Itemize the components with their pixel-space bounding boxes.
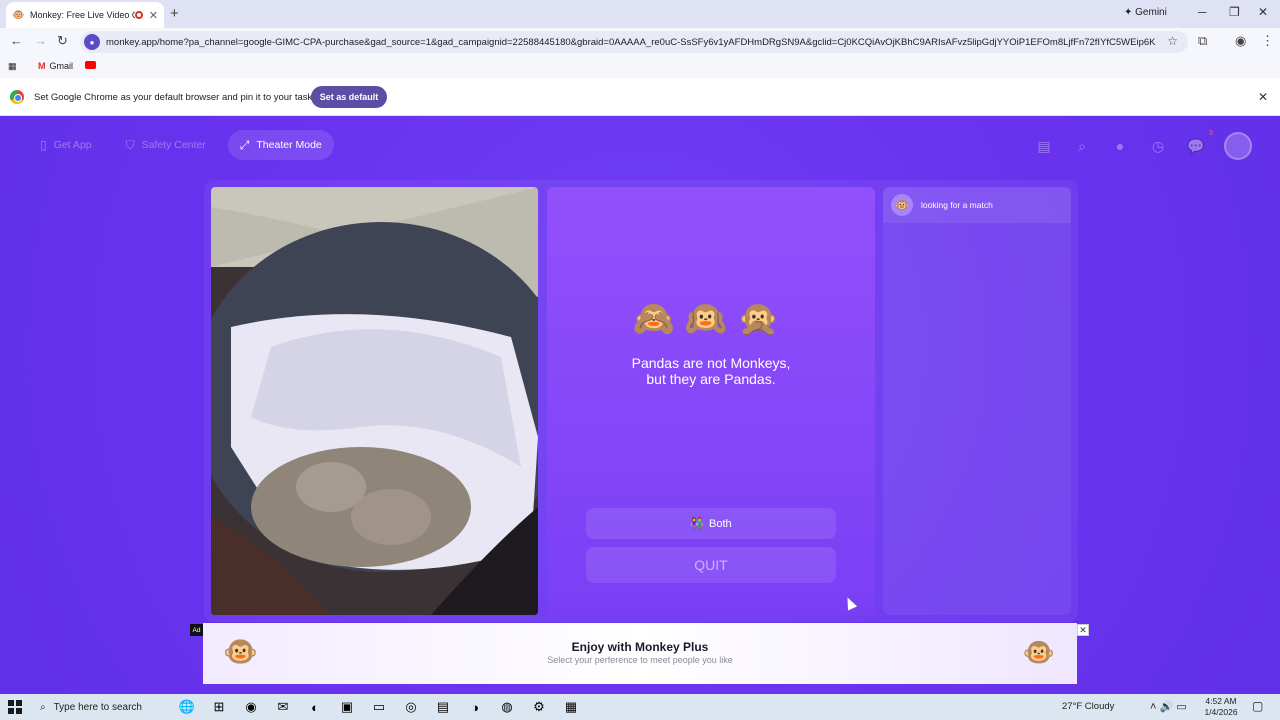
edge-icon[interactable]: ◐: [304, 697, 326, 717]
store-icon[interactable]: ▤: [1034, 136, 1054, 156]
nav-label: Get App: [53, 139, 92, 151]
match-status: 🐵 looking for a match: [883, 187, 1071, 223]
media-icon[interactable]: ◑: [464, 697, 486, 717]
restore-icon[interactable]: ❐: [1229, 5, 1240, 19]
quote-line-2: but they are Pandas.: [646, 371, 776, 387]
notepad-icon[interactable]: ▤: [432, 697, 454, 717]
address-bar[interactable]: ● monkey.app/home?pa_channel=google-GIMC…: [80, 31, 1188, 53]
app-icon[interactable]: ▦: [560, 697, 582, 717]
top-nav: ▯ Get App ⛉ Safety Center ⤢ Theater Mode: [28, 130, 334, 160]
notification-badge: 3: [1209, 130, 1213, 137]
browser-tab[interactable]: 🐵 Monkey: Free Live Video Ch ✕: [6, 2, 164, 28]
window-close-icon[interactable]: ✕: [1258, 5, 1268, 19]
clock-time: 4:52 AM: [1205, 696, 1237, 706]
ad-subline: Select your perference to meet people yo…: [547, 655, 733, 665]
monkey-favicon-icon: 🐵: [12, 9, 25, 21]
phone-icon: ▯: [40, 138, 47, 152]
notification-icon[interactable]: ▢: [1252, 699, 1263, 713]
cast-icon[interactable]: ⧉: [1198, 33, 1207, 49]
browser-toolbar: ← → ↻ ● monkey.app/home?pa_channel=googl…: [0, 28, 1280, 56]
set-as-default-button[interactable]: Set as default: [311, 86, 387, 108]
minimize-icon[interactable]: ─: [1198, 5, 1207, 19]
expand-icon: ⤢: [239, 137, 250, 152]
camera-frame-image: [211, 187, 538, 615]
tab-close-icon[interactable]: ✕: [149, 9, 158, 22]
taskbar-search-placeholder: Type here to search: [53, 701, 142, 713]
steam-icon[interactable]: ◎: [400, 697, 422, 717]
windows-start-icon[interactable]: [8, 700, 22, 714]
forward-icon[interactable]: →: [34, 33, 47, 48]
windows-taskbar: ⌕ Type here to search 🌐 ⊞ ◉ ✉ ◐ ▣ ▭ ◎ ▤ …: [0, 694, 1280, 720]
shield-icon: ⛉: [125, 137, 135, 152]
gender-filter-button[interactable]: 👫 Both: [586, 508, 836, 539]
quote-line-1: Pandas are not Monkeys,: [631, 355, 791, 371]
top-right-icons: ▤ ⌕ ● ◷ 💬: [1034, 132, 1252, 160]
browser-tab-strip: 🐵 Monkey: Free Live Video Ch ✕ + ✦ Gemin…: [0, 0, 1280, 28]
infobar-message: Set Google Chrome as your default browse…: [34, 92, 327, 103]
monkey-plus-ad-banner[interactable]: Ad ✕ 🐵 Enjoy with Monkey Plus Select you…: [190, 623, 1089, 684]
settings-icon[interactable]: ⚙: [528, 697, 550, 717]
get-app-button[interactable]: ▯ Get App: [28, 130, 104, 160]
infobar-close-icon[interactable]: ✕: [1258, 90, 1268, 104]
widgets-icon[interactable]: 🌐: [176, 697, 198, 717]
history-icon[interactable]: ◷: [1148, 136, 1168, 156]
ad-tag: Ad: [190, 624, 203, 636]
match-status-text: looking for a match: [921, 200, 993, 210]
quit-button[interactable]: QUIT: [586, 547, 836, 583]
recording-icon: [134, 11, 143, 19]
three-monkeys-icon: 🙈🙉🙊: [632, 300, 790, 338]
monkey-app: ▯ Get App ⛉ Safety Center ⤢ Theater Mode…: [0, 116, 1280, 694]
search-icon: ⌕: [40, 701, 46, 713]
ad-close-icon[interactable]: ✕: [1077, 624, 1089, 636]
safety-center-button[interactable]: ⛉ Safety Center: [114, 130, 218, 160]
profile-avatar[interactable]: [1224, 132, 1252, 160]
chat-panel: 🐵 looking for a match: [883, 187, 1071, 615]
nav-label: Theater Mode: [256, 139, 322, 151]
store-app-icon[interactable]: ▣: [336, 697, 358, 717]
bookmark-label: Gmail: [49, 61, 74, 71]
tab-title: Monkey: Free Live Video Ch: [30, 10, 135, 20]
task-view-icon[interactable]: ⊞: [208, 697, 230, 717]
menu-icon[interactable]: ⋮: [1261, 33, 1274, 49]
chrome-app-icon[interactable]: ◉: [240, 697, 262, 717]
nav-label: Safety Center: [141, 139, 206, 151]
site-info-icon[interactable]: ●: [84, 34, 100, 50]
taskbar-clock[interactable]: 4:52 AM 1/4/2026: [1202, 696, 1240, 718]
search-icon[interactable]: ⌕: [1072, 136, 1092, 156]
gender-filter-label: Both: [709, 517, 732, 530]
file-explorer-icon[interactable]: ▭: [368, 697, 390, 717]
gemini-button[interactable]: ✦ Gemini: [1124, 7, 1167, 18]
local-camera-video: [211, 187, 538, 615]
reload-icon[interactable]: ↻: [57, 33, 68, 49]
clock-date: 1/4/2026: [1204, 707, 1238, 717]
loading-quote: Pandas are not Monkeys, but they are Pan…: [591, 355, 831, 387]
chrome-logo-icon: [10, 90, 24, 104]
new-tab-button[interactable]: +: [170, 5, 179, 22]
bookmarks-bar: ▦ M Gmail: [0, 56, 1280, 78]
taskbar-search[interactable]: ⌕ Type here to search: [34, 696, 168, 718]
profile-icon[interactable]: ◉: [1235, 33, 1246, 49]
coin-icon[interactable]: ●: [1110, 136, 1130, 156]
outlook-icon[interactable]: ✉: [272, 697, 294, 717]
ad-headline: Enjoy with Monkey Plus: [571, 640, 709, 654]
match-panel: 🙈🙉🙊 Pandas are not Monkeys, but they are…: [547, 187, 875, 615]
apps-grid-icon[interactable]: ▦: [8, 61, 17, 72]
system-tray-icons[interactable]: ˄ 🔊 ▭: [1150, 700, 1187, 713]
weather-widget[interactable]: 27°F Cloudy: [1062, 701, 1114, 712]
youtube-icon: [85, 61, 96, 69]
back-icon[interactable]: ←: [10, 33, 23, 48]
default-browser-infobar: Set Google Chrome as your default browse…: [0, 78, 1280, 116]
theater-mode-button[interactable]: ⤢ Theater Mode: [227, 130, 334, 160]
couple-icon: 👫: [690, 518, 705, 530]
monkey-mascot-icon: 🐵: [1022, 637, 1055, 667]
bookmark-star-icon[interactable]: ☆: [1167, 34, 1178, 48]
monkey-avatar-icon: 🐵: [891, 194, 913, 216]
url-text[interactable]: monkey.app/home?pa_channel=google-GIMC-C…: [106, 37, 1156, 48]
discord-icon[interactable]: ◍: [496, 697, 518, 717]
chat-icon[interactable]: 💬: [1186, 136, 1206, 156]
bookmark-gmail[interactable]: M Gmail: [38, 61, 73, 71]
bookmark-youtube[interactable]: [85, 61, 96, 69]
taskbar-apps: 🌐 ⊞ ◉ ✉ ◐ ▣ ▭ ◎ ▤ ◑ ◍ ⚙ ▦: [176, 697, 582, 717]
gmail-icon: M: [38, 61, 46, 71]
